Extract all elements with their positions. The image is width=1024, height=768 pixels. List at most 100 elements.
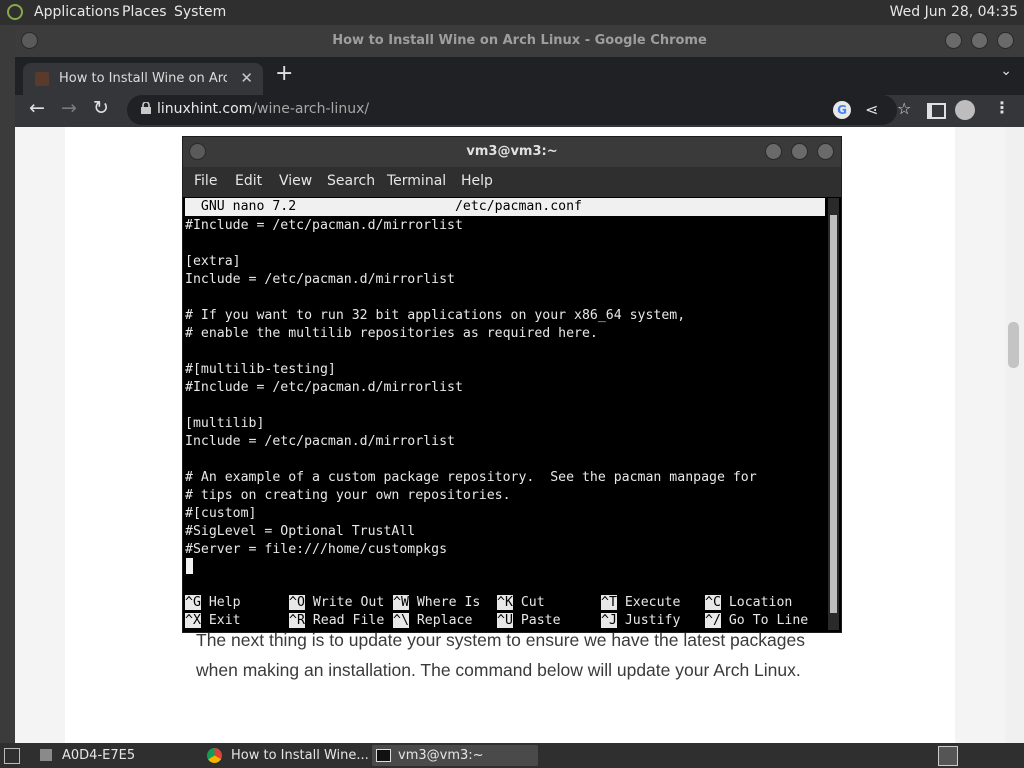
page-right-margin (955, 127, 1005, 743)
nano-line (185, 451, 825, 469)
tab-title: How to Install Wine on Arch Li (59, 71, 227, 86)
terminal-menubar: File Edit View Search Terminal Help (183, 167, 841, 197)
nano-line: #SigLevel = Optional TrustAll (185, 524, 416, 539)
share-icon[interactable]: ⋖ (865, 100, 878, 119)
shortcut-key: ^\ (393, 613, 409, 628)
page-left-margin (15, 127, 65, 743)
shortcut-key: ^X (185, 613, 201, 628)
browser-toolbar: ← → ↻ linuxhint.com/wine-arch-linux/ G ⋖… (15, 95, 1024, 127)
shortcut-label: Write Out (304, 595, 385, 610)
window-titlebar[interactable]: How to Install Wine on Arch Linux - Goog… (15, 25, 1024, 57)
shortcut-label: Location (720, 595, 793, 610)
terminal-menu-terminal[interactable]: Terminal (387, 173, 446, 189)
workspace-switcher[interactable] (938, 746, 958, 766)
taskbar-label-drive: A0D4-E7E5 (62, 748, 136, 763)
taskbar-item-chrome[interactable]: How to Install Wine... (200, 745, 369, 766)
tab-active[interactable]: How to Install Wine on Arch Li ✕ (23, 63, 263, 95)
drive-icon (40, 749, 52, 761)
shortcut-item: ^/ Go To Line (705, 612, 808, 630)
nano-line: Include = /etc/pacman.d/mirrorlist (185, 434, 455, 449)
close-tab-icon[interactable]: ✕ (240, 69, 253, 87)
maximize-icon[interactable] (971, 32, 988, 49)
terminal-menu-file[interactable]: File (194, 173, 217, 189)
bottom-taskbar: A0D4-E7E5 How to Install Wine... vm3@vm3… (0, 743, 1024, 768)
forward-icon[interactable]: → (61, 97, 77, 119)
shortcut-label: Read File (304, 613, 385, 628)
panel-clock[interactable]: Wed Jun 28, 04:35 (890, 4, 1018, 20)
new-tab-icon[interactable]: + (275, 61, 293, 86)
nano-line: #Include = /etc/pacman.d/mirrorlist (185, 380, 463, 395)
profile-avatar-icon[interactable] (955, 100, 975, 120)
places-menu[interactable]: Places (122, 4, 167, 20)
shortcut-item: ^K Cut (497, 594, 545, 612)
shortcut-item: ^R Read File (289, 612, 384, 630)
shortcut-key: ^/ (705, 613, 721, 628)
url-domain: linuxhint.com (157, 101, 253, 117)
shortcut-key: ^J (601, 613, 617, 628)
minimize-icon[interactable] (945, 32, 962, 49)
text-cursor (186, 558, 193, 574)
terminal-title: vm3@vm3:~ (466, 144, 558, 159)
nano-line: #Include = /etc/pacman.d/mirrorlist (185, 218, 463, 233)
nano-editor-content[interactable]: #Include = /etc/pacman.d/mirrorlist [extr… (185, 217, 825, 559)
taskbar-item-terminal[interactable]: vm3@vm3:~ (372, 745, 538, 766)
url-path: /wine-arch-linux/ (252, 101, 370, 117)
shortcut-item: ^U Paste (497, 612, 561, 630)
shortcut-label: Exit (200, 613, 241, 628)
shortcut-item: ^G Help (185, 594, 241, 612)
page-scrollbar[interactable] (1005, 127, 1024, 743)
terminal-menu-edit[interactable]: Edit (235, 173, 262, 189)
shortcut-item: ^W Where Is (393, 594, 480, 612)
nano-line (185, 343, 825, 361)
shortcut-item: ^T Execute (601, 594, 680, 612)
shortcut-key: ^U (497, 613, 513, 628)
nano-line: # tips on creating your own repositories… (185, 488, 511, 503)
bookmark-star-icon[interactable]: ☆ (897, 99, 911, 118)
nano-line: #[multilib-testing] (185, 362, 336, 377)
shortcut-key: ^O (289, 595, 305, 610)
side-panel-icon[interactable] (927, 103, 946, 119)
lock-icon[interactable] (141, 102, 151, 114)
terminal-close-icon[interactable] (817, 143, 834, 160)
terminal-minimize-icon[interactable] (765, 143, 782, 160)
more-menu-icon[interactable]: ⋮ (994, 98, 1010, 117)
terminal-titlebar[interactable]: vm3@vm3:~ (183, 137, 841, 167)
chrome-icon (207, 748, 222, 763)
applications-menu[interactable]: Applications (34, 4, 120, 20)
system-menu[interactable]: System (174, 4, 226, 20)
page-scrollbar-thumb[interactable] (1008, 322, 1019, 368)
address-bar[interactable]: linuxhint.com/wine-arch-linux/ G ⋖ ☆ (127, 95, 911, 125)
taskbar-item-drive[interactable]: A0D4-E7E5 (34, 745, 194, 766)
nano-line: [extra] (185, 254, 241, 269)
terminal-menu-search[interactable]: Search (327, 173, 375, 189)
shortcut-item: ^\ Replace (393, 612, 472, 630)
distro-logo-icon[interactable] (7, 4, 23, 20)
back-icon[interactable]: ← (29, 97, 45, 119)
top-panel: Applications Places System Wed Jun 28, 0… (0, 0, 1024, 25)
shortcut-row: ^X Exit ^R Read File ^\ Replace ^U Paste ^J … (185, 612, 825, 630)
nano-line: # enable the multilib repositories as re… (185, 326, 598, 341)
shortcut-key: ^R (289, 613, 305, 628)
favicon-icon (35, 72, 49, 86)
shortcut-label: Justify (616, 613, 681, 628)
shortcut-item: ^J Justify (601, 612, 680, 630)
nano-line (185, 397, 825, 415)
nano-line (185, 235, 825, 253)
nano-line: Include = /etc/pacman.d/mirrorlist (185, 272, 455, 287)
terminal-icon (376, 749, 391, 762)
terminal-maximize-icon[interactable] (791, 143, 808, 160)
close-window-icon[interactable] (997, 32, 1014, 49)
taskbar-label-chrome: How to Install Wine... (231, 748, 369, 763)
tab-search-chevron-icon[interactable]: ⌄ (1000, 63, 1012, 79)
shortcut-item: ^O Write Out (289, 594, 384, 612)
reload-icon[interactable]: ↻ (93, 97, 109, 119)
taskbar-label-terminal: vm3@vm3:~ (398, 748, 484, 763)
nano-line: [multilib] (185, 416, 265, 431)
terminal-scrollbar-thumb[interactable] (830, 215, 837, 613)
terminal-menu-view[interactable]: View (279, 173, 312, 189)
show-desktop-icon[interactable] (4, 748, 20, 764)
google-lens-icon[interactable]: G (833, 101, 851, 119)
nano-header: GNU nano 7.2 /etc/pacman.conf (185, 198, 825, 216)
url-text[interactable]: linuxhint.com/wine-arch-linux/ (157, 101, 369, 117)
terminal-menu-help[interactable]: Help (461, 173, 493, 189)
